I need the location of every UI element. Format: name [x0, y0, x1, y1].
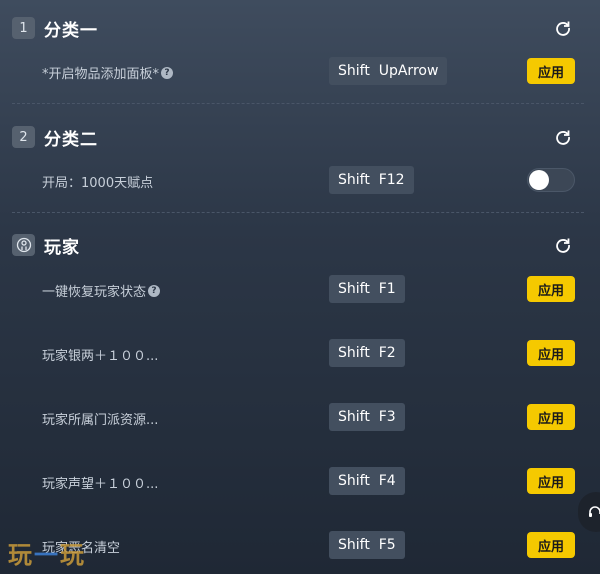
refresh-icon[interactable]	[554, 236, 572, 254]
floating-side-button[interactable]	[578, 492, 600, 532]
section-divider	[12, 212, 584, 213]
row-label: 一键恢复玩家状态	[42, 285, 147, 300]
section-header-category-1: 1 分类一	[12, 16, 582, 41]
cheat-row: *开启物品添加面板*? Shift UpArrow 应用	[0, 57, 600, 85]
cheat-row: 开局：1000天赋点 Shift F12	[0, 166, 600, 194]
row-label: *开启物品添加面板*	[42, 67, 160, 82]
row-label: 玩家声望＋１００...	[42, 477, 159, 492]
section-badge: 2	[12, 126, 35, 148]
row-label: 玩家所属门派资源...	[42, 413, 159, 428]
cheat-row: 玩家声望＋１００... Shift F4 应用	[0, 467, 600, 495]
apply-button[interactable]: 应用	[527, 468, 575, 494]
watermark-logo: 玩一玩	[8, 541, 86, 569]
toggle-switch[interactable]	[527, 168, 575, 192]
hotkey-badge[interactable]: Shift F5	[329, 531, 405, 559]
refresh-icon[interactable]	[554, 19, 572, 37]
section-header-category-2: 2 分类二	[12, 125, 582, 150]
hotkey-badge[interactable]: Shift F12	[329, 166, 414, 194]
cheat-row: 玩家恶名清空 Shift F5 应用	[0, 531, 600, 559]
help-icon[interactable]: ?	[148, 284, 161, 297]
section-title: 玩家	[44, 237, 80, 258]
section-badge: 1	[12, 17, 35, 39]
section-badge	[12, 234, 35, 256]
apply-button[interactable]: 应用	[527, 404, 575, 430]
row-label: 开局：1000天赋点	[42, 176, 154, 191]
toggle-knob	[529, 170, 549, 190]
hotkey-badge[interactable]: Shift UpArrow	[329, 57, 448, 85]
hotkey-badge[interactable]: Shift F4	[329, 467, 405, 495]
help-icon[interactable]: ?	[161, 66, 174, 79]
cheat-row: 玩家所属门派资源... Shift F3 应用	[0, 403, 600, 431]
section-title: 分类二	[44, 129, 98, 150]
hotkey-badge[interactable]: Shift F2	[329, 339, 405, 367]
hotkey-badge[interactable]: Shift F3	[329, 403, 405, 431]
apply-button[interactable]: 应用	[527, 532, 575, 558]
trainer-panel: 1 分类一 *开启物品添加面板*? Shift UpArrow 应用 2 分类二…	[0, 0, 600, 574]
refresh-icon[interactable]	[554, 128, 572, 146]
cheat-row: 一键恢复玩家状态? Shift F1 应用	[0, 275, 600, 303]
cheat-row: 玩家银两＋１００... Shift F2 应用	[0, 339, 600, 367]
section-divider	[12, 103, 584, 104]
apply-button[interactable]: 应用	[527, 58, 575, 84]
apply-button[interactable]: 应用	[527, 276, 575, 302]
headset-icon	[589, 506, 600, 517]
section-header-player: 玩家	[12, 233, 582, 258]
apply-button[interactable]: 应用	[527, 340, 575, 366]
section-title: 分类一	[44, 20, 98, 41]
hotkey-badge[interactable]: Shift F1	[329, 275, 405, 303]
player-icon	[16, 237, 31, 253]
row-label: 玩家银两＋１００...	[42, 349, 159, 364]
